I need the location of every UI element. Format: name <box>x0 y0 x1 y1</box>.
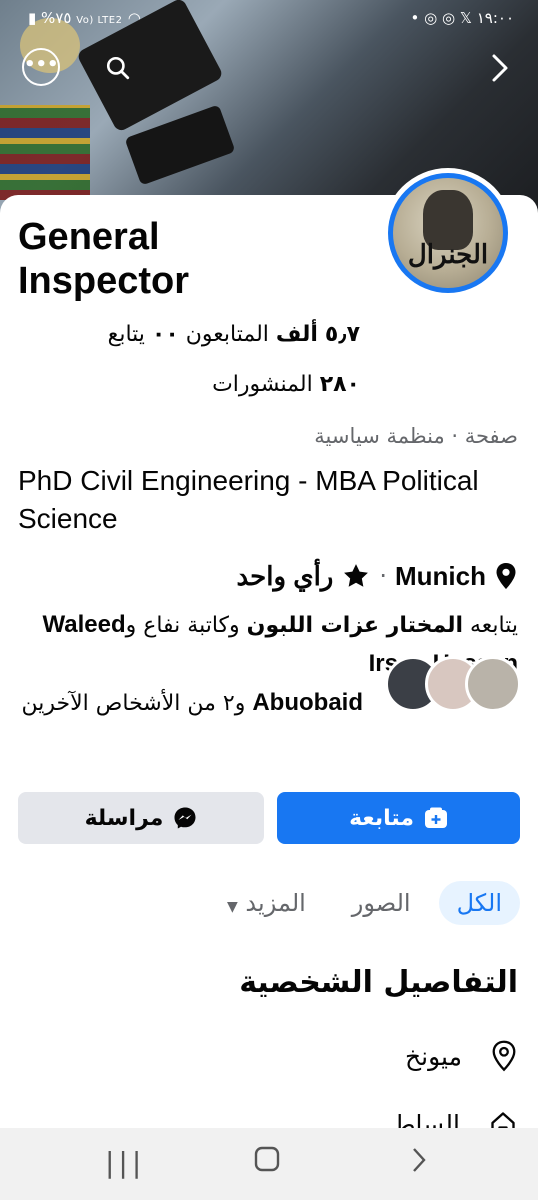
follow-plus-icon <box>424 807 447 828</box>
follow-label: متابعة <box>349 805 414 831</box>
follower-avatar-3 <box>465 656 521 712</box>
detail-row-location[interactable]: ميونخ <box>405 1036 518 1076</box>
page-title: General Inspector <box>18 215 378 303</box>
location-pin-icon <box>496 563 516 589</box>
followed-connector: وكاتبة نفاع و <box>125 613 240 638</box>
follow-button[interactable]: متابعة <box>277 792 520 844</box>
battery-percent: %٧٥ <box>41 9 72 27</box>
back-button[interactable] <box>480 48 520 88</box>
message-label: مراسلة <box>84 805 164 831</box>
chevron-right-icon <box>413 1148 426 1172</box>
tab-photos[interactable]: الصور <box>334 881 429 925</box>
system-navigation-bar: ||| <box>0 1128 538 1200</box>
recent-apps-button[interactable]: ||| <box>105 1146 145 1179</box>
separator-dot: · <box>379 562 387 590</box>
page-title-line1: General <box>18 216 160 258</box>
tab-more-label: المزيد <box>245 889 306 917</box>
network-label: Vo) LTE2 <box>76 15 123 26</box>
detail-text: ميونخ <box>405 1041 462 1071</box>
status-bar: ▮ %٧٥ Vo) LTE2 ◠ • ◎ ◎ 𝕏 ١٩:٠٠ <box>0 0 538 36</box>
page-title-line2: Inspector <box>18 260 190 302</box>
following-label: يتابع <box>107 322 145 347</box>
search-button[interactable] <box>98 48 138 88</box>
status-left: ▮ %٧٥ Vo) LTE2 ◠ <box>28 9 141 27</box>
follower-name-1: المختار عزات اللبون <box>246 613 463 638</box>
caret-down-icon: ▼ <box>227 899 238 915</box>
status-right: • ◎ ◎ 𝕏 ١٩:٠٠ <box>410 9 514 27</box>
cover-ribbons <box>0 105 90 200</box>
chevron-right-icon <box>492 54 508 82</box>
follower-name-3: Abuobaid <box>252 689 363 716</box>
location-pin-icon <box>492 1040 516 1072</box>
bio-text: PhD Civil Engineering - MBA Political Sc… <box>18 465 479 534</box>
followers-count: ٥٫٧ <box>324 322 360 347</box>
avatar-caption: الجنرال <box>407 240 489 270</box>
home-square-icon <box>254 1146 280 1172</box>
following-count: ٠٠ <box>151 322 179 347</box>
notification-dot-icon: • <box>410 9 420 27</box>
location-rating-row: Munich · رأي واحد <box>237 558 519 594</box>
wifi-icon: ◠ <box>127 9 142 27</box>
tab-more[interactable]: المزيد ▼ <box>209 881 324 925</box>
followed-prefix: يتابعه <box>470 613 518 638</box>
message-button[interactable]: مراسلة <box>18 792 264 844</box>
more-options-button[interactable]: ••• <box>22 48 60 86</box>
follower-avatars[interactable] <box>385 656 523 714</box>
instagram-icon-2: ◎ <box>441 9 456 27</box>
followers-unit: ألف <box>275 322 318 347</box>
star-icon <box>344 564 369 587</box>
posts-stats[interactable]: ٢٨٠ المنشورات <box>212 372 360 397</box>
search-icon <box>106 56 130 80</box>
followers-stats[interactable]: ٥٫٧ ألف المتابعون ٠٠ يتابع <box>108 322 360 347</box>
posts-count: ٢٨٠ <box>319 372 360 397</box>
battery-icon: ▮ <box>28 9 37 27</box>
x-icon: 𝕏 <box>459 9 472 27</box>
back-nav-button[interactable] <box>410 1146 428 1181</box>
instagram-icon: ◎ <box>424 9 438 27</box>
page-category: صفحة · منظمة سياسية <box>314 424 518 448</box>
followers-label: المتابعون <box>185 322 269 347</box>
section-title: التفاصيل الشخصية <box>239 965 518 1000</box>
clock: ١٩:٠٠ <box>476 9 514 27</box>
home-button[interactable] <box>254 1146 280 1179</box>
avatar[interactable]: الجنرال <box>393 178 503 288</box>
followed-suffix: و٢ من الأشخاص الآخرين <box>21 691 246 716</box>
location-text[interactable]: Munich <box>395 561 486 592</box>
messenger-icon <box>174 807 196 829</box>
tab-all[interactable]: الكل <box>438 881 520 925</box>
posts-label: المنشورات <box>212 372 313 397</box>
profile-tabs: الكل الصور المزيد ▼ <box>20 876 520 930</box>
rating-text[interactable]: رأي واحد <box>237 561 334 592</box>
